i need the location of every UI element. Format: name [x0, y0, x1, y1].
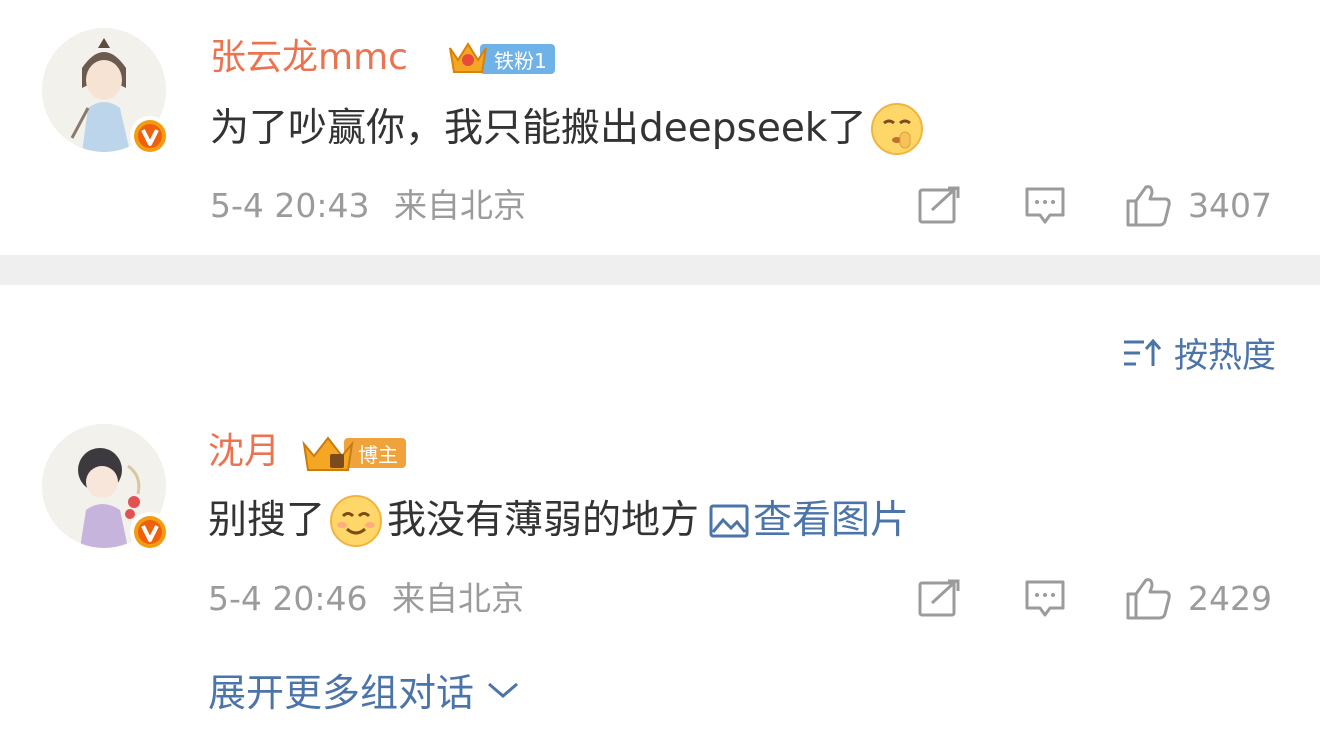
comment-location: 来自北京	[394, 186, 526, 225]
comment-text: 别搜了 我没有薄弱的地方 查看图片	[208, 494, 909, 548]
verified-v-icon	[134, 516, 166, 548]
like-button[interactable]: 2429	[1126, 576, 1272, 620]
like-button[interactable]: 3407	[1126, 183, 1272, 227]
image-icon	[709, 504, 749, 538]
expand-label: 展开更多组对话	[208, 671, 475, 715]
sort-icon	[1124, 338, 1162, 366]
comment-text-part2: 我没有薄弱的地方	[387, 498, 700, 543]
repost-button[interactable]	[918, 186, 960, 224]
crown-icon	[449, 42, 487, 73]
chevron-down-icon	[488, 682, 518, 698]
comment-time: 5-4 20:43	[210, 186, 370, 225]
comment-icon	[1025, 187, 1065, 224]
repost-icon	[918, 579, 960, 617]
view-image-link[interactable]: 查看图片	[709, 496, 909, 546]
verified-v-icon	[134, 120, 166, 152]
user-avatar[interactable]	[42, 28, 170, 156]
crown-icon	[302, 436, 354, 471]
verified-badge	[130, 116, 170, 156]
comment-text: 为了吵赢你，我只能搬出deepseek了	[210, 102, 928, 156]
like-icon	[1126, 185, 1171, 227]
repost-button[interactable]	[918, 579, 960, 617]
like-count: 2429	[1188, 578, 1272, 618]
verified-badge	[130, 512, 170, 552]
comment-1: 张云龙mmc 铁粉1 为了吵赢你，我只能搬出deepseek了 5-4 20:4…	[0, 0, 1320, 255]
comment-text-main: 为了吵赢你，我只能搬出deepseek了	[210, 106, 867, 151]
blogger-badge[interactable]: 博主	[300, 436, 406, 471]
fan-badge[interactable]: 铁粉1	[446, 42, 555, 76]
like-icon	[1126, 578, 1171, 620]
like-count: 3407	[1188, 185, 1272, 225]
fan-badge-label: 铁粉1	[480, 44, 555, 74]
comment-username[interactable]: 张云龙mmc	[210, 36, 408, 80]
comment-username[interactable]: 沈月	[208, 430, 280, 474]
repost-icon	[918, 186, 960, 224]
comment-location: 来自北京	[392, 579, 524, 618]
smile-emoji	[330, 495, 383, 547]
section-divider	[0, 255, 1320, 285]
sort-by-hot-button[interactable]: 按热度	[1122, 328, 1276, 377]
shush-emoji	[871, 103, 924, 155]
sort-label: 按热度	[1174, 336, 1276, 376]
comment-icon	[1025, 580, 1065, 617]
comment-meta: 5-4 20:46 来自北京	[208, 579, 524, 619]
comment-2: 沈月 博主 别搜了 我没有薄弱的地方 查看图片 5-4 20:46 来自北京 2…	[0, 400, 1320, 734]
user-avatar[interactable]	[42, 424, 170, 552]
comment-time: 5-4 20:46	[208, 579, 368, 618]
comment-button[interactable]	[1024, 186, 1066, 226]
comment-button[interactable]	[1024, 579, 1066, 619]
view-image-label: 查看图片	[753, 498, 910, 543]
expand-more-conversations[interactable]: 展开更多组对话	[208, 662, 520, 717]
comment-text-part1: 别搜了	[208, 498, 326, 543]
comment-meta: 5-4 20:43 来自北京	[210, 186, 526, 226]
